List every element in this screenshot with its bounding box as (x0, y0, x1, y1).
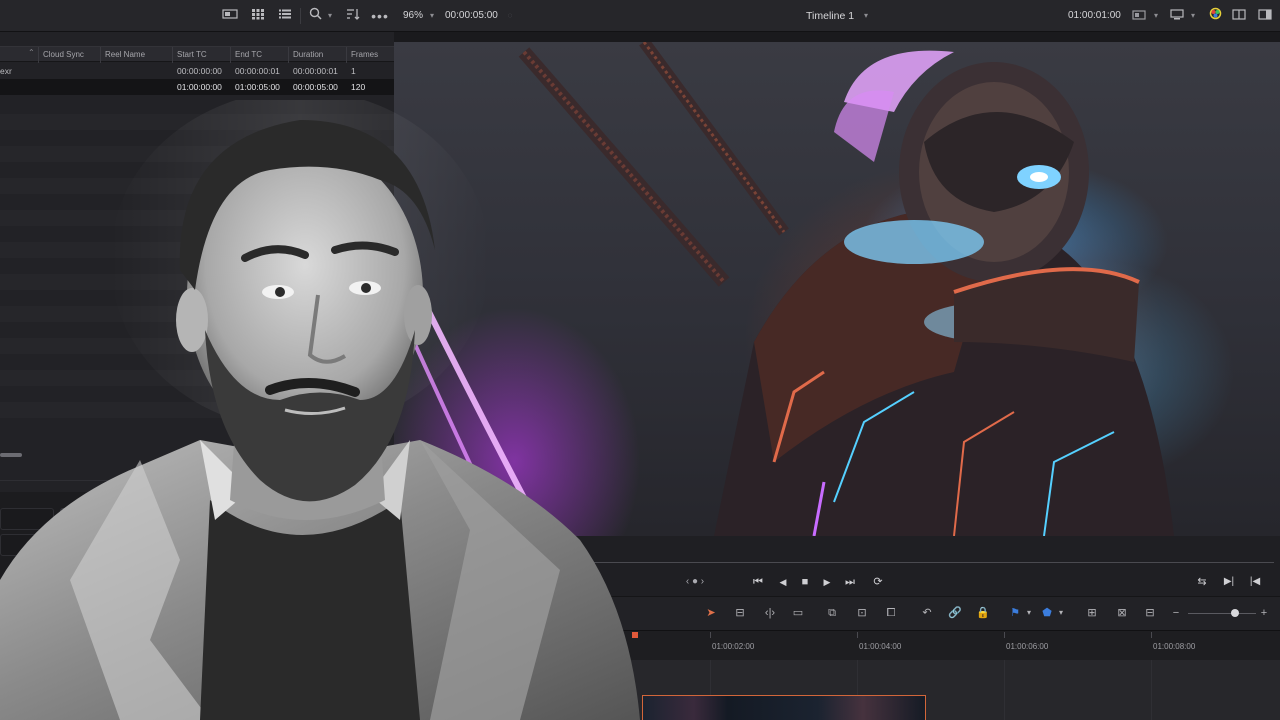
timeline-name[interactable]: Timeline 1 (806, 6, 854, 26)
column-header-reel-name[interactable]: Reel Name (100, 47, 172, 63)
end-tc-cell: 01:00:05:00 (235, 82, 280, 92)
ruler-label: 01:00:02:00 (712, 642, 755, 651)
more-options-icon[interactable]: ••• (370, 6, 390, 26)
output-chevron-down-icon[interactable]: ▾ (1187, 6, 1199, 26)
marker-icon[interactable]: ⬟ (1040, 605, 1054, 621)
track-gridline (1004, 660, 1005, 720)
previous-next-clip-nav[interactable]: ‹ ● › (678, 574, 712, 590)
search-chevron-down-icon[interactable]: ▾ (324, 6, 336, 26)
source-timecode: 00:00:05:00 (445, 10, 498, 21)
viewer-mode-chevron-down-icon[interactable]: ▾ (1150, 6, 1162, 26)
zoom-level[interactable]: 96% (403, 6, 423, 26)
ruler-label: 01:00:04:00 (859, 642, 902, 651)
track-gridline (1151, 660, 1152, 720)
top-toolbar: ▾ ••• 96% ▾ 00:00:05:00 ◌ Timeline 1 ▾ 0… (0, 0, 1280, 32)
match-frame-icon[interactable]: ⇆ (1194, 574, 1210, 590)
cinema-viewer-icon[interactable] (1256, 6, 1274, 26)
search-icon[interactable] (306, 6, 324, 26)
record-timecode: 01:00:01:00 (1068, 10, 1121, 21)
zoom-custom-icon[interactable]: ⊟ (1140, 605, 1160, 621)
output-display-icon[interactable] (1168, 6, 1186, 26)
timeline-chevron-down-icon[interactable]: ▾ (860, 6, 872, 26)
column-header-cloud-sync[interactable]: Cloud Sync (38, 47, 100, 63)
timecode-options-icon[interactable]: ◌ (505, 6, 515, 26)
media-pool-column-header: ⌃ Cloud Sync Reel Name Start TC End TC D… (0, 46, 394, 63)
flag-chevron-down-icon[interactable]: ▾ (1024, 605, 1034, 621)
dual-viewer-icon[interactable] (1230, 6, 1248, 26)
ruler-label: 01:00:06:00 (1006, 642, 1049, 651)
snapping-icon[interactable]: ↶ (918, 605, 936, 621)
play-icon[interactable]: ▶ (820, 574, 834, 590)
blade-edit-icon[interactable]: ▭ (788, 605, 808, 621)
zoom-full-icon[interactable]: ⊞ (1082, 605, 1102, 621)
end-tc-cell: 00:00:00:01 (235, 66, 280, 76)
viewer-header-strip (394, 32, 1280, 42)
clip-name: exr (0, 66, 12, 76)
start-tc-cell: 01:00:00:00 (177, 82, 222, 92)
insert-clip-icon[interactable]: ⧉ (822, 605, 842, 621)
viewer-mode-icon[interactable] (1130, 6, 1148, 26)
zoom-slider-handle[interactable] (1231, 609, 1239, 617)
color-scope-icon[interactable] (1207, 6, 1223, 26)
media-pool-row-selected[interactable]: 01:00:00:00 01:00:05:00 00:00:05:00 120 (0, 79, 394, 95)
flag-icon[interactable]: ⚑ (1008, 605, 1022, 621)
timeline-clip[interactable] (642, 695, 926, 720)
duration-cell: 00:00:05:00 (293, 82, 338, 92)
position-lock-icon[interactable]: 🔒 (974, 605, 992, 621)
zoom-in-icon[interactable]: + (1258, 605, 1270, 621)
ruler-label: 01:00:08:00 (1153, 642, 1196, 651)
dynamic-trim-icon[interactable]: ‹|› (760, 605, 780, 621)
metadata-view-icon[interactable] (275, 6, 295, 26)
ruler-tick (857, 632, 858, 638)
viewer-scrubber[interactable] (580, 562, 1274, 563)
zoom-slider-track[interactable] (1188, 613, 1256, 614)
start-tc-cell: 00:00:00:00 (177, 66, 222, 76)
zoom-out-icon[interactable]: − (1170, 605, 1182, 621)
list-view-icon[interactable] (220, 6, 240, 26)
loop-icon[interactable]: ⟳ (870, 574, 886, 590)
thumbnail-view-icon[interactable] (248, 6, 268, 26)
selection-arrow-icon[interactable]: ➤ (704, 605, 718, 621)
sort-ascending-icon[interactable]: ⌃ (28, 48, 35, 57)
sort-icon[interactable] (344, 6, 362, 26)
column-header-frames[interactable]: Frames (346, 47, 394, 63)
presenter-photo (0, 100, 640, 720)
media-pool-row[interactable]: exr 00:00:00:00 00:00:00:01 00:00:00:01 … (0, 63, 394, 79)
trim-edit-icon[interactable]: ⊟ (730, 605, 750, 621)
ruler-tick (1004, 632, 1005, 638)
frames-cell: 1 (351, 66, 356, 76)
ruler-tick (710, 632, 711, 638)
overwrite-clip-icon[interactable]: ⊡ (852, 605, 872, 621)
separator (300, 8, 301, 24)
zoom-detail-icon[interactable]: ⊠ (1112, 605, 1132, 621)
ruler-tick (1151, 632, 1152, 638)
column-header-start-tc[interactable]: Start TC (172, 47, 230, 63)
next-edit-icon[interactable]: ▶| (1222, 574, 1236, 590)
marker-chevron-down-icon[interactable]: ▾ (1056, 605, 1066, 621)
column-header-duration[interactable]: Duration (288, 47, 346, 63)
play-reverse-icon[interactable]: ◀ (776, 574, 790, 590)
zoom-chevron-down-icon[interactable]: ▾ (426, 6, 438, 26)
linked-selection-icon[interactable]: 🔗 (946, 605, 964, 621)
jump-to-end-icon[interactable]: ⏭ (842, 574, 858, 590)
previous-edit-icon[interactable]: |◀ (1248, 574, 1262, 590)
stop-icon[interactable]: ■ (798, 574, 812, 590)
duration-cell: 00:00:00:01 (293, 66, 338, 76)
frames-cell: 120 (351, 82, 366, 92)
replace-clip-icon[interactable]: ⧠ (880, 605, 902, 621)
jump-to-start-icon[interactable]: ⏮ (750, 574, 766, 590)
column-header-end-tc[interactable]: End TC (230, 47, 288, 63)
